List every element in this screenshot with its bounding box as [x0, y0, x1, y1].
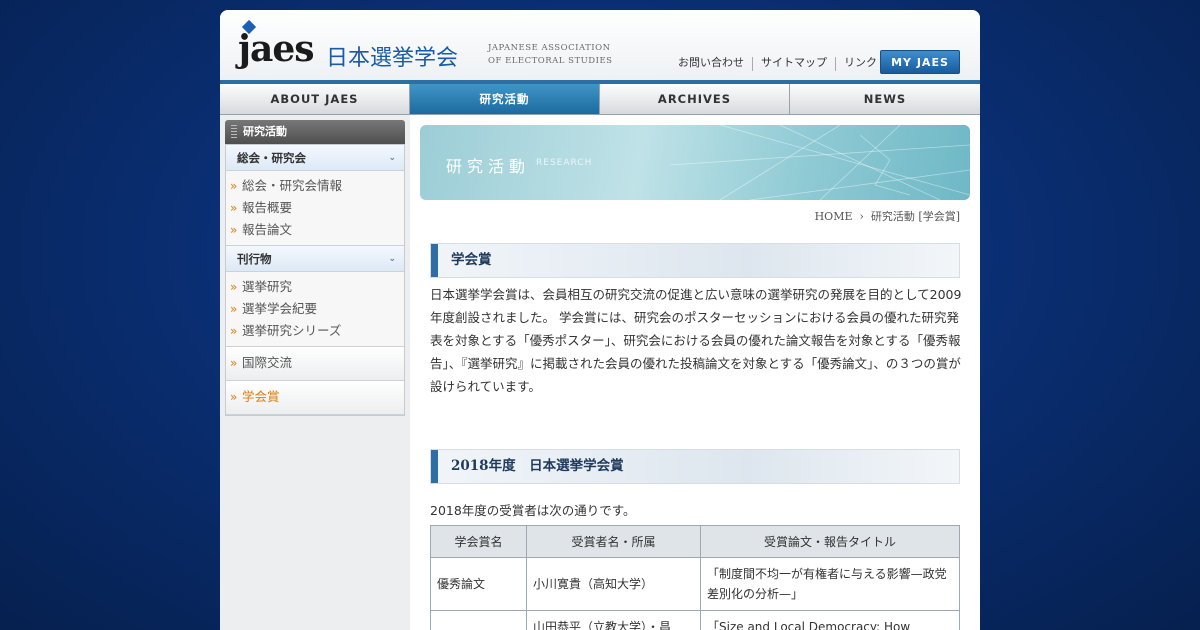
banner-subtitle: RESEARCH — [536, 158, 593, 168]
contact-link[interactable]: お問い合わせ — [670, 57, 752, 71]
table-cell-title: 「Size and Local Democracy: How — [700, 610, 960, 630]
table-header-row: 学会賞名 受賞者名・所属 受賞論文・報告タイトル — [430, 525, 960, 558]
chevron-down-icon: ⌄ — [388, 153, 396, 163]
sidebar-menu: 総会・研究会 ⌄ 総会・研究会情報 報告概要 報告論文 刊行物 ⌄ 選挙研究 選… — [225, 144, 405, 416]
page-container: jaes 日本選挙学会 JAPANESE ASSOCIATION OF ELEC… — [220, 10, 980, 630]
awards-table: 学会賞名 受賞者名・所属 受賞論文・報告タイトル 優秀論文 小川寛貴（高知大学）… — [430, 525, 960, 630]
chevron-down-icon: ⌄ — [388, 254, 396, 264]
sidebar: 研究活動 総会・研究会 ⌄ 総会・研究会情報 報告概要 報告論文 刊行物 ⌄ 選… — [220, 115, 410, 630]
sidebar-item-series[interactable]: 選挙研究シリーズ — [226, 320, 404, 342]
logo-japanese-name: 日本選挙学会 — [326, 46, 459, 71]
banner-title: 研究活動 — [446, 157, 531, 176]
sidebar-submenu-meetings: 総会・研究会情報 報告概要 報告論文 — [226, 171, 404, 246]
tab-about-jaes[interactable]: ABOUT JAES — [220, 84, 410, 114]
links-link[interactable]: リンク — [835, 57, 885, 71]
intro-text: 日本選挙学会賞は、会員相互の研究交流の促進と広い意味の選挙研究の発展を目的として… — [430, 287, 962, 394]
sidebar-item-bulletin[interactable]: 選挙学会紀要 — [226, 298, 404, 320]
table-row: 山田恭平（立教大学）・昌 「Size and Local Democracy: … — [430, 610, 960, 630]
sidebar-category-label: 刊行物 — [237, 252, 272, 266]
year-description: 2018年度の受賞者は次の通りです。 — [430, 503, 636, 518]
sidebar-category-meetings[interactable]: 総会・研究会 ⌄ — [226, 145, 404, 171]
table-header-award: 学会賞名 — [430, 525, 527, 558]
tab-archives[interactable]: ARCHIVES — [600, 84, 790, 114]
breadcrumb-home-link[interactable]: HOME — [815, 210, 853, 223]
table-cell-recipient: 山田恭平（立教大学）・昌 — [526, 610, 701, 630]
section-heading-awards: 学会賞 — [430, 243, 960, 278]
section-heading-2018: 2018年度 日本選挙学会賞 — [430, 449, 960, 484]
sidebar-item-report-summary[interactable]: 報告概要 — [226, 197, 404, 219]
sidebar-item-meeting-info[interactable]: 総会・研究会情報 — [226, 175, 404, 197]
my-jaes-button[interactable]: MY JAES — [880, 50, 960, 74]
breadcrumb: HOME › 研究活動 [学会賞] — [815, 208, 960, 224]
logo-mark: jaes — [238, 28, 315, 70]
sidebar-item-report-papers[interactable]: 報告論文 — [226, 219, 404, 241]
chevron-right-icon: › — [856, 210, 868, 223]
sidebar-category-label: 総会・研究会 — [237, 151, 306, 165]
breadcrumb-current: 研究活動 [学会賞] — [870, 210, 960, 223]
sitemap-link[interactable]: サイトマップ — [752, 57, 835, 71]
table-cell-award: 優秀論文 — [430, 557, 527, 611]
table-row: 優秀論文 小川寛貴（高知大学） 「制度間不均一が有権者に与える影響—政党差別化の… — [430, 557, 960, 611]
sidebar-item-electoral-studies[interactable]: 選挙研究 — [226, 276, 404, 298]
logo-english-name: JAPANESE ASSOCIATION OF ELECTORAL STUDIE… — [488, 43, 613, 66]
main-content: 研究活動 RESEARCH HOME › 研究活動 [学会賞] 学会賞 日本選挙… — [410, 115, 980, 630]
sidebar-category-publications[interactable]: 刊行物 ⌄ — [226, 246, 404, 272]
main-nav: ABOUT JAES 研究活動 ARCHIVES NEWS — [220, 84, 980, 114]
table-header-title: 受賞論文・報告タイトル — [700, 525, 960, 558]
table-cell-title: 「制度間不均一が有権者に与える影響—政党差別化の分析—」 — [700, 557, 960, 611]
tab-research[interactable]: 研究活動 — [410, 84, 600, 114]
tab-news[interactable]: NEWS — [790, 84, 980, 114]
site-header: jaes 日本選挙学会 JAPANESE ASSOCIATION OF ELEC… — [220, 10, 980, 80]
page-banner: 研究活動 RESEARCH — [420, 125, 970, 200]
table-header-recipient: 受賞者名・所属 — [526, 525, 701, 558]
sidebar-header: 研究活動 — [225, 120, 405, 144]
utility-links: お問い合わせ サイトマップ リンク — [670, 57, 885, 71]
table-cell-award — [430, 610, 527, 630]
table-cell-recipient: 小川寛貴（高知大学） — [526, 557, 701, 611]
sidebar-item-international[interactable]: 国際交流 — [226, 347, 404, 381]
sidebar-item-awards[interactable]: 学会賞 — [226, 381, 404, 415]
sidebar-submenu-publications: 選挙研究 選挙学会紀要 選挙研究シリーズ — [226, 272, 404, 347]
